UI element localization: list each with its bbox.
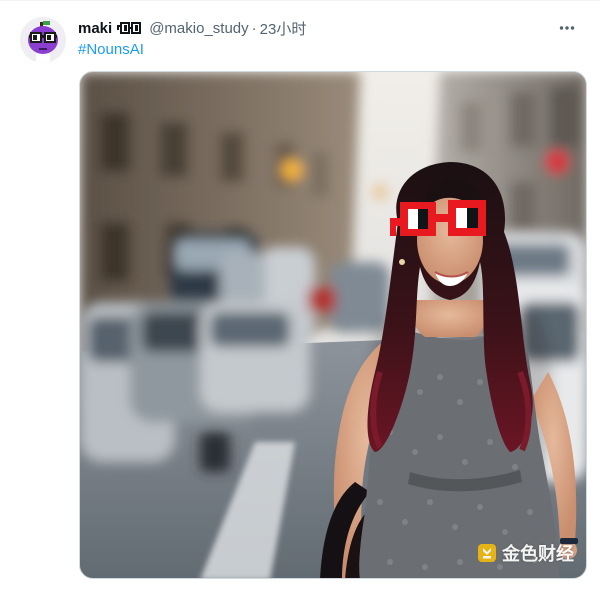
watermark: 金色财经 [476,540,574,566]
street-portrait-photo [80,72,586,578]
avatar[interactable] [20,17,66,63]
tweet-header: maki @makio_study · 23小时 [78,17,580,39]
separator-dot: · [251,19,257,37]
author-handle[interactable]: @makio_study [149,20,248,37]
watermark-text: 金色财经 [502,544,574,564]
more-horizontal-icon [559,26,575,30]
purple-noun-avatar-icon [20,17,66,63]
jinse-logo-icon [478,544,496,562]
display-name[interactable]: maki [78,20,112,37]
tweet[interactable]: maki @makio_study · 23小时 #NounsAI 金色财经 [0,0,600,593]
tweet-text: #NounsAI [78,41,144,58]
tweet-media-photo[interactable]: 金色财经 [79,71,587,579]
hashtag-link[interactable]: #NounsAI [78,41,144,58]
post-time[interactable]: 23小时 [260,18,307,39]
noggles-glyph-icon [117,22,143,34]
more-options-button[interactable] [554,15,580,41]
